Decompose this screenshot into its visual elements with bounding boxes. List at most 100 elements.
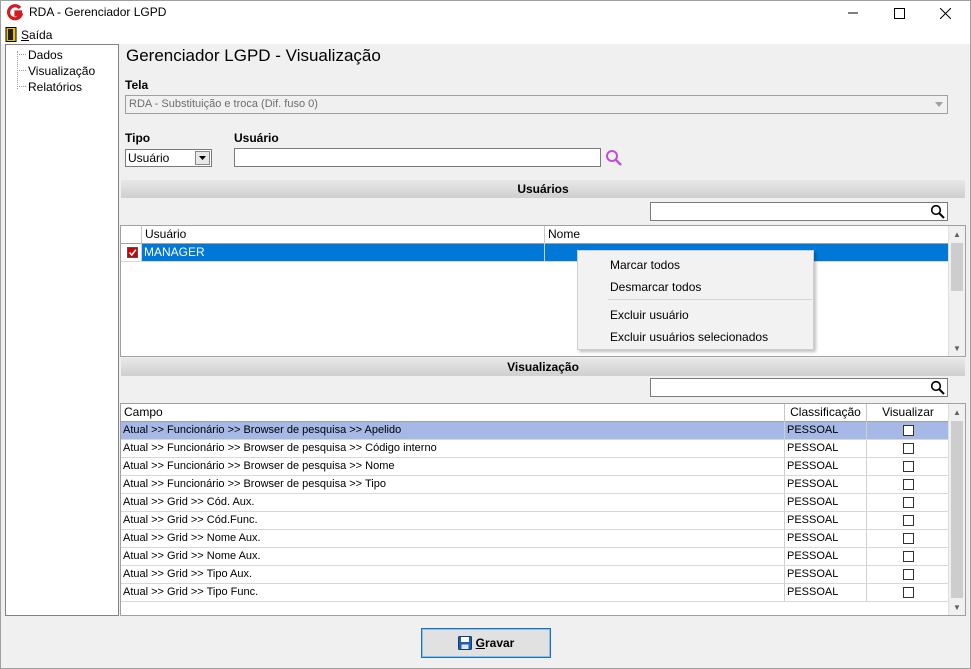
- view-checkbox[interactable]: [903, 551, 914, 562]
- table-row[interactable]: Atual >> Grid >> Nome Aux. PESSOAL: [121, 548, 949, 566]
- title-bar: RDA - Gerenciador LGPD: [1, 1, 970, 25]
- view-grid-header: Campo Classificação Visualizar: [121, 404, 950, 422]
- table-row[interactable]: Atual >> Grid >> Nome Aux. PESSOAL: [121, 530, 949, 548]
- minimize-button[interactable]: [830, 1, 876, 25]
- view-scrollbar[interactable]: ▲ ▼: [948, 404, 965, 615]
- cell-campo: Atual >> Grid >> Cód.Func.: [121, 512, 785, 529]
- type-label: Tipo: [125, 131, 151, 145]
- menu-exit[interactable]: Saída: [5, 26, 52, 43]
- view-checkbox[interactable]: [903, 497, 914, 508]
- close-button[interactable]: [922, 1, 968, 25]
- users-section-title: Usuários: [121, 180, 965, 198]
- app-window: RDA - Gerenciador LGPD Saída Dados Visua…: [0, 0, 971, 669]
- column-header-nome[interactable]: Nome: [545, 226, 950, 244]
- table-row[interactable]: Atual >> Funcionário >> Browser de pesqu…: [121, 476, 949, 494]
- screen-select-value: RDA - Substituição e troca (Dif. fuso 0): [129, 98, 318, 110]
- menu-bar: Saída: [1, 25, 970, 44]
- maximize-button[interactable]: [876, 1, 922, 25]
- cell-classificacao: PESSOAL: [785, 440, 867, 457]
- menu-exit-label: Saída: [21, 27, 53, 42]
- context-item-uncheck-all[interactable]: Desmarcar todos: [610, 280, 701, 294]
- column-header-campo[interactable]: Campo: [121, 404, 785, 422]
- context-menu: Marcar todos Desmarcar todos Excluir usu…: [577, 250, 814, 350]
- cell-campo: Atual >> Grid >> Nome Aux.: [121, 530, 785, 547]
- table-row[interactable]: Atual >> Funcionário >> Browser de pesqu…: [121, 422, 949, 440]
- cell-usuario: MANAGER: [142, 244, 545, 261]
- chevron-down-icon[interactable]: [931, 97, 946, 112]
- view-checkbox[interactable]: [903, 533, 914, 544]
- users-grid: Usuário Nome MANAGER ▲ ▼: [120, 225, 966, 357]
- search-icon[interactable]: [930, 380, 945, 395]
- scroll-thumb[interactable]: [951, 421, 963, 598]
- cell-classificacao: PESSOAL: [785, 584, 867, 601]
- table-row[interactable]: MANAGER: [121, 244, 949, 262]
- table-row[interactable]: Atual >> Grid >> Tipo Func. PESSOAL: [121, 584, 949, 602]
- view-checkbox[interactable]: [903, 425, 914, 436]
- context-separator: [608, 299, 812, 300]
- view-checkbox[interactable]: [903, 461, 914, 472]
- scroll-down-icon[interactable]: ▼: [949, 599, 965, 615]
- search-user-icon[interactable]: [605, 149, 623, 167]
- row-checkbox[interactable]: [126, 247, 138, 258]
- cell-classificacao: PESSOAL: [785, 512, 867, 529]
- context-item-delete-selected[interactable]: Excluir usuários selecionados: [610, 330, 768, 344]
- cell-campo: Atual >> Funcionário >> Browser de pesqu…: [121, 422, 785, 439]
- cell-campo: Atual >> Funcionário >> Browser de pesqu…: [121, 476, 785, 493]
- close-icon: [939, 7, 951, 19]
- table-row[interactable]: Atual >> Grid >> Cód. Aux. PESSOAL: [121, 494, 949, 512]
- table-row[interactable]: Atual >> Grid >> Tipo Aux. PESSOAL: [121, 566, 949, 584]
- sidebar-item-visualizacao[interactable]: Visualização: [28, 64, 95, 78]
- minimize-icon: [848, 12, 858, 14]
- view-grid: Campo Classificação Visualizar Atual >> …: [120, 403, 966, 616]
- search-icon[interactable]: [930, 204, 945, 219]
- view-checkbox[interactable]: [903, 569, 914, 580]
- scroll-thumb[interactable]: [951, 243, 963, 291]
- type-select-value: Usuário: [128, 151, 170, 165]
- scroll-up-icon[interactable]: ▲: [949, 226, 965, 242]
- page-title: Gerenciador LGPD - Visualização: [126, 46, 381, 65]
- users-filter-input[interactable]: [650, 202, 948, 221]
- users-grid-header: Usuário Nome: [121, 226, 950, 244]
- view-filter-input[interactable]: [650, 378, 948, 397]
- table-row[interactable]: Atual >> Grid >> Cód.Func. PESSOAL: [121, 512, 949, 530]
- context-item-check-all[interactable]: Marcar todos: [610, 258, 680, 272]
- column-header-classificacao[interactable]: Classificação: [785, 404, 867, 422]
- cell-classificacao: PESSOAL: [785, 494, 867, 511]
- column-header-visualizar[interactable]: Visualizar: [867, 404, 950, 422]
- sidebar-tree: Dados Visualização Relatórios: [5, 44, 119, 616]
- maximize-icon: [893, 7, 905, 19]
- cell-campo: Atual >> Grid >> Tipo Aux.: [121, 566, 785, 583]
- column-header-usuario[interactable]: Usuário: [142, 226, 545, 244]
- cell-classificacao: PESSOAL: [785, 476, 867, 493]
- cell-campo: Atual >> Grid >> Cód. Aux.: [121, 494, 785, 511]
- screen-label: Tela: [125, 78, 149, 92]
- table-row[interactable]: Atual >> Funcionário >> Browser de pesqu…: [121, 458, 949, 476]
- save-button[interactable]: Gravar: [421, 628, 551, 658]
- view-checkbox[interactable]: [903, 443, 914, 454]
- user-input[interactable]: [234, 148, 601, 167]
- scroll-up-icon[interactable]: ▲: [949, 404, 965, 420]
- chevron-down-icon[interactable]: [195, 151, 210, 165]
- cell-campo: Atual >> Grid >> Nome Aux.: [121, 548, 785, 565]
- cell-classificacao: PESSOAL: [785, 458, 867, 475]
- screen-select[interactable]: RDA - Substituição e troca (Dif. fuso 0): [125, 95, 948, 114]
- save-icon: [457, 636, 472, 650]
- sidebar-item-dados[interactable]: Dados: [28, 48, 63, 62]
- scroll-down-icon[interactable]: ▼: [949, 340, 965, 356]
- cell-classificacao: PESSOAL: [785, 566, 867, 583]
- exit-door-icon: [5, 27, 17, 42]
- sidebar-item-relatorios[interactable]: Relatórios: [28, 80, 82, 94]
- save-button-label: Gravar: [475, 636, 515, 650]
- table-row[interactable]: Atual >> Funcionário >> Browser de pesqu…: [121, 440, 949, 458]
- context-item-delete-user[interactable]: Excluir usuário: [610, 308, 689, 322]
- view-checkbox[interactable]: [903, 587, 914, 598]
- view-section-title: Visualização: [121, 358, 965, 376]
- view-checkbox[interactable]: [903, 515, 914, 526]
- app-logo-icon: [7, 4, 23, 21]
- cell-classificacao: PESSOAL: [785, 422, 867, 439]
- view-checkbox[interactable]: [903, 479, 914, 490]
- cell-campo: Atual >> Funcionário >> Browser de pesqu…: [121, 440, 785, 457]
- type-select[interactable]: Usuário: [125, 149, 212, 167]
- users-scrollbar[interactable]: ▲ ▼: [948, 226, 965, 356]
- user-label: Usuário: [234, 131, 279, 145]
